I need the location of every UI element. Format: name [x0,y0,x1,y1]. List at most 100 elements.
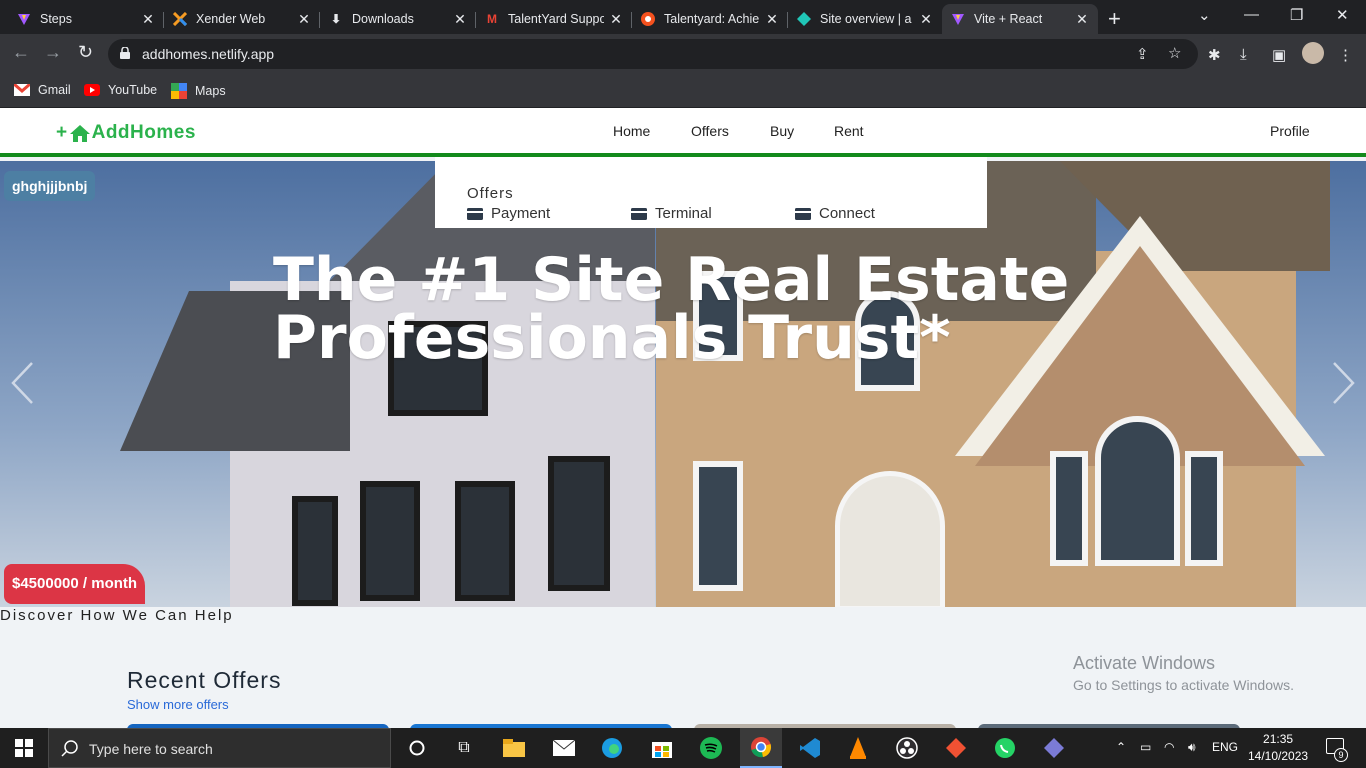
tab-title: Steps [40,12,72,26]
git-icon[interactable] [944,736,968,760]
tab-talentyard-achieve[interactable]: Talentyard: Achie ✕ [632,4,788,34]
nav-rent[interactable]: Rent [834,123,864,139]
hero-title-line1: The #1 Site Real Estate [273,245,1070,315]
chrome-icon[interactable] [740,728,782,768]
clock[interactable]: 21:35 14/10/2023 [1248,731,1308,765]
nav-offers[interactable]: Offers [691,123,729,139]
notification-count-badge: 9 [1334,748,1348,762]
tab-downloads[interactable]: ⬇ Downloads ✕ [320,4,476,34]
credit-card-icon [795,207,811,220]
tray-chevron-icon[interactable]: ⌃ [1116,740,1126,754]
vscode-icon[interactable] [798,736,822,760]
close-tab-icon[interactable]: ✕ [452,11,468,28]
profile-avatar[interactable] [1302,42,1324,64]
vite-icon [16,11,32,27]
bookmark-label: YouTube [108,83,158,97]
bookmark-label: Maps [195,84,226,98]
show-more-offers-link[interactable]: Show more offers [127,697,229,712]
dropdown-item-label: Connect [819,205,875,222]
task-view-icon[interactable]: ⧉ [452,736,476,760]
carousel-prev-icon[interactable] [10,361,34,405]
close-tab-icon[interactable]: ✕ [918,11,934,28]
share-icon[interactable]: ⇪ [1136,45,1149,63]
clock-date: 14/10/2023 [1248,749,1309,763]
dropdown-item-label: Terminal [655,205,712,222]
tab-vite-react[interactable]: Vite + React ✕ [942,4,1098,34]
help-heading: Discover How We Can Help [0,607,234,624]
close-window-icon[interactable]: ✕ [1336,6,1349,24]
language-indicator[interactable]: ENG [1212,740,1238,754]
spotify-icon[interactable] [699,736,723,760]
whatsapp-icon[interactable] [993,736,1017,760]
tab-title: Xender Web [196,12,266,26]
nav-buy[interactable]: Buy [770,123,794,139]
minimize-icon[interactable]: — [1244,6,1259,23]
close-tab-icon[interactable]: ✕ [1074,11,1090,28]
nav-home[interactable]: Home [613,123,650,139]
dropdown-item-connect[interactable]: Connect [795,205,875,222]
tab-talentyard-support[interactable]: M TalentYard Suppo ✕ [476,4,632,34]
store-icon[interactable] [650,736,674,760]
tab-xender[interactable]: Xender Web ✕ [164,4,320,34]
new-tab-icon[interactable]: + [1108,6,1121,32]
forward-icon[interactable]: → [44,42,62,63]
tab-search-chevron-icon[interactable]: ⌄ [1198,6,1211,24]
site-navbar: + AddHomes Home Offers Buy Rent Profile [0,108,1366,157]
home-icon [69,124,90,142]
back-icon[interactable]: ← [12,42,30,63]
battery-icon[interactable]: ▭ [1140,740,1151,754]
volume-icon[interactable]: 🔊︎ [1188,740,1196,755]
dropdown-heading: Offers [467,185,514,202]
logo-text: AddHomes [91,122,196,143]
carousel-next-icon[interactable] [1332,361,1356,405]
gmail-icon [14,84,30,96]
web-page: ghghjjjbnbj The #1 Site Real Estate Prof… [0,108,1366,728]
tab-steps[interactable]: Steps ✕ [8,4,164,34]
menu-kebab-icon[interactable]: ⋮ [1338,46,1353,64]
close-tab-icon[interactable]: ✕ [140,11,156,28]
extensions-icon[interactable]: ✱ [1208,46,1221,64]
close-tab-icon[interactable]: ✕ [296,11,312,28]
obs-icon[interactable] [895,736,919,760]
edge-icon[interactable] [600,736,624,760]
tab-title: Talentyard: Achie [664,12,760,26]
search-icon [61,740,78,757]
file-explorer-icon[interactable] [502,736,526,760]
git-gui-icon[interactable] [1042,736,1066,760]
wifi-icon[interactable]: ◠ [1164,740,1174,754]
url-text: addhomes.netlify.app [142,46,275,62]
dropdown-item-payment[interactable]: Payment [467,205,550,222]
activate-windows-watermark: Activate Windows Go to Settings to activ… [1073,653,1294,693]
nav-profile[interactable]: Profile [1270,123,1310,139]
credit-card-icon [467,207,483,220]
tab-title: Vite + React [974,12,1043,26]
bookmark-maps[interactable]: Maps [171,83,226,99]
watermark-line2: Go to Settings to activate Windows. [1073,677,1294,693]
address-bar[interactable]: addhomes.netlify.app ⇪ ☆ [108,39,1198,69]
taskbar-search-input[interactable]: Type here to search [48,728,391,768]
hero-title-line2: Professionals Trust* [273,303,951,373]
reload-icon[interactable]: ↻ [78,42,93,63]
side-panel-icon[interactable]: ▣ [1272,46,1286,64]
close-tab-icon[interactable]: ✕ [608,11,624,28]
bookmark-gmail[interactable]: Gmail [14,83,71,97]
windows-start-icon[interactable] [12,736,36,760]
site-logo[interactable]: + AddHomes [56,122,196,144]
close-tab-icon[interactable]: ✕ [764,11,780,28]
recent-offers-title: Recent Offers [127,667,282,693]
dropdown-item-terminal[interactable]: Terminal [631,205,712,222]
vlc-icon[interactable] [846,736,870,760]
bookmark-star-icon[interactable]: ☆ [1168,44,1181,62]
downloads-icon[interactable]: ⤓ [1240,46,1247,63]
bookmarks-bar: Gmail YouTube Maps [0,74,1366,108]
mail-icon[interactable] [552,736,576,760]
bookmark-youtube[interactable]: YouTube [84,83,157,97]
talentyard-icon [640,11,656,27]
tab-title: Site overview | a [820,12,912,26]
restore-icon[interactable]: ❐ [1290,6,1303,24]
tab-site-overview[interactable]: Site overview | a ✕ [788,4,942,34]
bookmark-label: Gmail [38,83,71,97]
hero-tag-badge: ghghjjjbnbj [4,171,96,201]
browser-tab-bar: Steps ✕ Xender Web ✕ ⬇ Downloads ✕ M Tal… [0,0,1366,34]
cortana-icon[interactable] [405,736,429,760]
